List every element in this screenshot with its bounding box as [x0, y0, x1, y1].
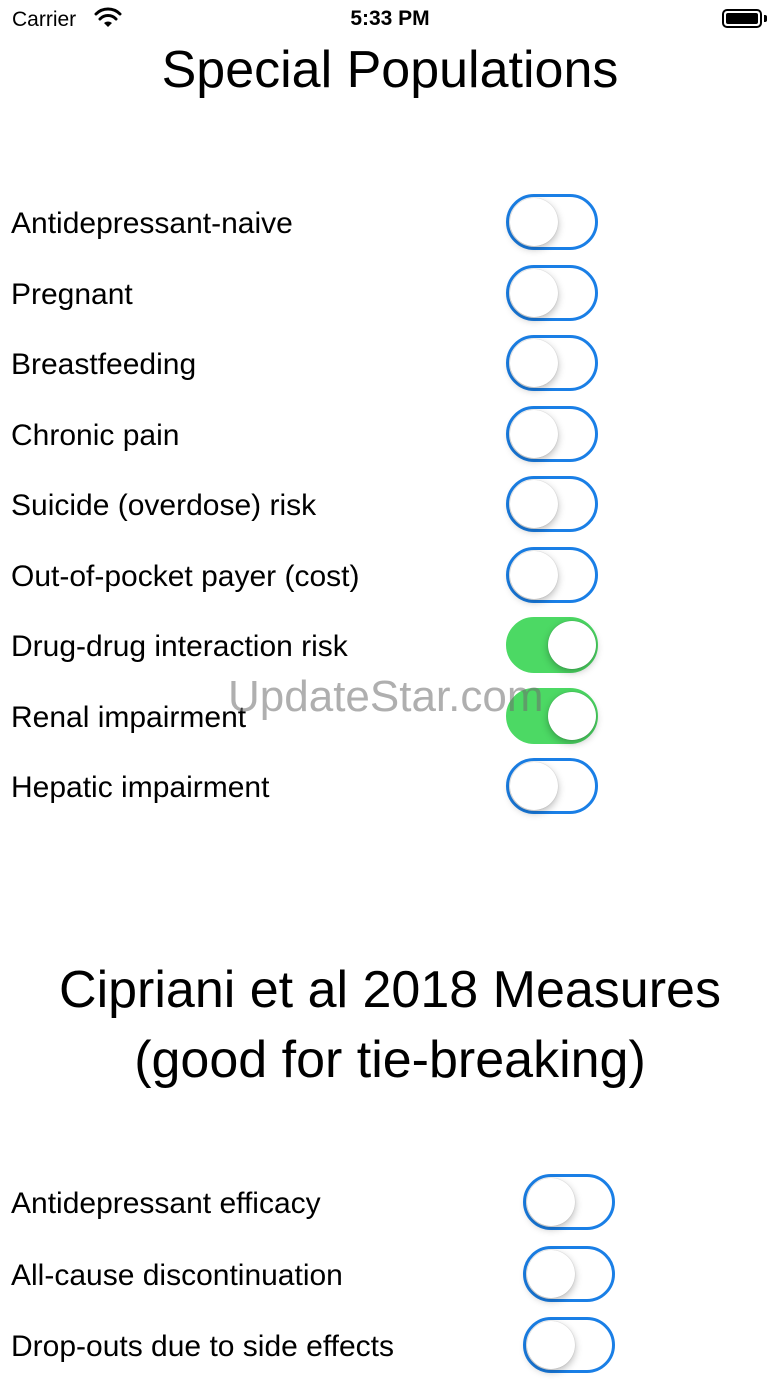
section-title-line1: Cipriani et al 2018 Measures — [59, 961, 721, 1019]
toggle-knob — [548, 691, 596, 740]
toggle-switch-out-of-pocket-payer-cost[interactable] — [506, 546, 598, 603]
toggle-switch-chronic-pain[interactable] — [506, 405, 598, 462]
toggle-switch-pregnant[interactable] — [506, 264, 598, 321]
toggle-knob — [527, 1249, 575, 1298]
toggle-switch-antidepressant-naive[interactable] — [506, 194, 598, 250]
toggle-switch-renal-impairment[interactable] — [506, 687, 598, 744]
toggle-knob — [527, 1178, 575, 1226]
list-item-drug-drug-interaction-risk: Drug-drug interaction risk — [0, 615, 780, 683]
list-item-out-of-pocket-payer-cost: Out-of-pocket payer (cost) — [0, 545, 780, 613]
toggle-knob — [510, 409, 558, 458]
list-item-chronic-pain: Chronic pain — [0, 404, 780, 472]
toggle-label: Out-of-pocket payer (cost) — [11, 559, 360, 593]
toggle-label: Breastfeeding — [11, 348, 197, 381]
toggle-knob — [510, 762, 558, 810]
toggle-switch-drop-outs-due-to-side-effects[interactable] — [523, 1317, 615, 1373]
toggle-label: Pregnant — [11, 277, 133, 311]
toggle-switch-breastfeeding[interactable] — [506, 335, 598, 391]
toggle-knob — [527, 1321, 575, 1369]
status-bar: Carrier 5:33 PM — [0, 0, 780, 40]
toggle-switch-hepatic-impairment[interactable] — [506, 758, 598, 814]
toggle-label: Antidepressant efficacy — [11, 1187, 321, 1220]
toggle-switch-suicide-overdose-risk[interactable] — [506, 476, 598, 532]
status-time: 5:33 PM — [350, 7, 430, 30]
toggle-knob — [510, 480, 558, 528]
list-item-suicide-overdose-risk: Suicide (overdose) risk — [0, 474, 780, 542]
toggle-knob — [548, 621, 596, 669]
toggle-switch-drug-drug-interaction-risk[interactable] — [506, 617, 598, 673]
toggle-label: Renal impairment — [11, 700, 247, 734]
toggle-label: Drug-drug interaction risk — [11, 630, 348, 663]
list-item-renal-impairment: Renal impairment — [0, 686, 780, 754]
list-item-hepatic-impairment: Hepatic impairment — [0, 756, 780, 824]
toggle-switch-all-cause-discontinuation[interactable] — [523, 1245, 615, 1302]
toggle-switch-antidepressant-efficacy[interactable] — [523, 1174, 615, 1230]
toggle-knob — [510, 550, 558, 599]
section-title-cipriani: Cipriani et al 2018 Measures (good for t… — [0, 955, 780, 1095]
toggle-label: All-cause discontinuation — [11, 1258, 343, 1292]
list-item-antidepressant-efficacy: Antidepressant efficacy — [0, 1172, 780, 1240]
list-item-breastfeeding: Breastfeeding — [0, 333, 780, 401]
list-item-antidepressant-naive: Antidepressant-naive — [0, 192, 780, 260]
section-title-special-populations: Special Populations — [161, 41, 619, 99]
toggle-knob — [510, 339, 558, 387]
toggle-knob — [510, 268, 558, 317]
toggle-label: Antidepressant-naive — [11, 207, 293, 240]
section-title-line2: (good for tie-breaking) — [134, 1031, 646, 1089]
toggle-label: Drop-outs due to side effects — [11, 1330, 394, 1363]
battery-icon — [722, 9, 762, 28]
toggle-label: Chronic pain — [11, 418, 180, 452]
battery-tip — [764, 15, 767, 22]
list-item-drop-outs-due-to-side-effects: Drop-outs due to side effects — [0, 1315, 780, 1383]
toggle-label: Hepatic impairment — [11, 771, 270, 804]
list-item-pregnant: Pregnant — [0, 263, 780, 331]
toggle-knob — [510, 198, 558, 246]
toggle-label: Suicide (overdose) risk — [11, 489, 317, 522]
list-item-all-cause-discontinuation: All-cause discontinuation — [0, 1244, 780, 1312]
